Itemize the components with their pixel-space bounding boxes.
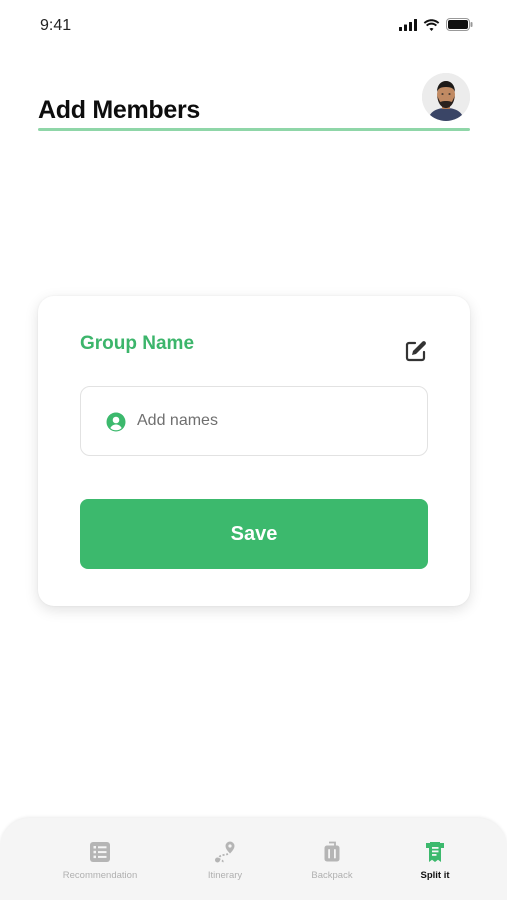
group-name-label: Group Name [80,333,195,354]
route-icon [215,841,235,863]
nav-label-backpack: Backpack [311,870,353,881]
edit-icon[interactable] [404,339,428,363]
nav-label-recommendation: Recommendation [62,870,138,881]
title-underline [38,128,470,131]
page-title: Add Members [38,96,201,124]
status-bar: 9:41 [0,0,507,50]
nav-label-split-it: Split it [420,870,450,881]
save-button[interactable]: Save [80,499,428,569]
names-field[interactable] [80,386,428,456]
list-icon [90,842,110,862]
names-input[interactable] [137,387,417,454]
bottom-nav: Recommendation Itinerary Backpack Split … [0,818,507,900]
luggage-icon [324,841,340,862]
signal-icon [399,18,417,31]
add-members-card: Group Name Save [38,296,470,606]
page-header: Add Members [38,70,470,132]
nav-item-recommendation[interactable]: Recommendation [58,840,142,890]
status-icons [399,18,473,31]
nav-item-itinerary[interactable]: Itinerary [200,840,250,890]
wifi-icon [423,18,440,31]
receipt-icon [426,842,444,862]
nav-item-backpack[interactable]: Backpack [305,840,359,890]
status-time: 9:41 [40,17,72,34]
avatar[interactable] [422,73,470,121]
nav-item-split-it[interactable]: Split it [412,840,458,890]
person-circle-icon [106,412,126,432]
nav-label-itinerary: Itinerary [207,870,243,881]
battery-icon [446,18,473,31]
user-avatar-icon [422,73,470,121]
